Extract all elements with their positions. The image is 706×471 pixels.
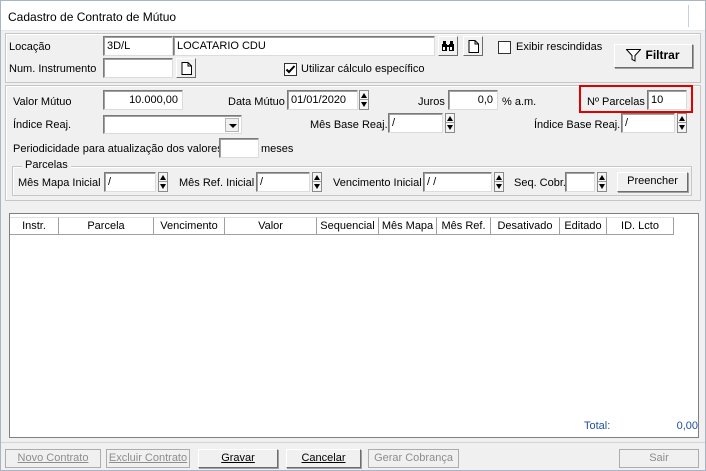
mes-mapa-inicial-label: Mês Mapa Inicial <box>18 177 101 189</box>
mes-mapa-inicial-spinner[interactable] <box>158 172 168 192</box>
gravar-button[interactable]: Gravar <box>198 449 278 468</box>
valor-mutuo-field[interactable]: 10.000,00 <box>103 90 183 110</box>
mes-ref-inicial-label: Mês Ref. Inicial <box>179 177 255 189</box>
gerar-cobranca-button[interactable]: Gerar Cobrança <box>368 449 459 468</box>
novo-contrato-button[interactable]: Novo Contrato <box>5 449 101 468</box>
spin-down-icon <box>314 184 320 189</box>
periodicidade-label: Periodicidade para atualização dos valor… <box>13 143 223 155</box>
title-bar: Cadastro de Contrato de Mútuo <box>1 1 705 31</box>
data-mutuo-label: Data Mútuo <box>228 96 285 108</box>
spin-down-icon <box>160 184 166 189</box>
new-instrumento-button[interactable] <box>176 58 196 78</box>
indice-base-reaj-spinner[interactable] <box>677 113 687 133</box>
column-header-parcela[interactable]: Parcela <box>59 217 154 235</box>
column-header-editado[interactable]: Editado <box>560 217 607 235</box>
spin-up-icon <box>599 175 605 180</box>
column-header-vencimento[interactable]: Vencimento <box>154 217 225 235</box>
periodicidade-field[interactable] <box>219 138 259 158</box>
exibir-rescindidas-label: Exibir rescindidas <box>516 41 603 53</box>
mes-base-reaj-field[interactable]: / <box>388 113 443 133</box>
total-label: Total: <box>584 420 611 432</box>
seq-cobr-spinner[interactable] <box>597 172 607 192</box>
indice-reaj-label: Índice Reaj. <box>13 119 72 131</box>
spin-up-icon <box>160 175 166 180</box>
blank-document-icon <box>468 39 479 53</box>
n-parcelas-label: Nº Parcelas <box>587 96 645 108</box>
spin-up-icon <box>314 175 320 180</box>
column-header-mes-ref[interactable]: Mês Ref. <box>437 217 491 235</box>
vencimento-inicial-spinner[interactable] <box>494 172 504 192</box>
n-parcelas-field[interactable]: 10 <box>647 90 687 110</box>
parcelas-grid[interactable]: Instr. Parcela Vencimento Valor Sequenci… <box>9 213 699 438</box>
data-mutuo-spinner[interactable] <box>359 90 369 110</box>
mes-base-reaj-label: Mês Base Reaj. <box>310 119 388 131</box>
spin-up-icon <box>679 116 685 121</box>
seq-cobr-field[interactable] <box>565 172 595 192</box>
spin-down-icon <box>447 125 453 130</box>
spin-down-icon <box>496 184 502 189</box>
excluir-contrato-button[interactable]: Excluir Contrato <box>106 449 190 468</box>
mes-base-reaj-spinner[interactable] <box>445 113 455 133</box>
mes-mapa-inicial-field[interactable]: / <box>104 172 156 192</box>
column-header-id-lcto[interactable]: ID. Lcto <box>607 217 674 235</box>
indice-base-reaj-label: Índice Base Reaj. <box>534 119 621 131</box>
indice-base-reaj-field[interactable]: / <box>621 113 675 133</box>
binoculars-icon <box>442 40 454 51</box>
valor-mutuo-label: Valor Mútuo <box>13 96 72 108</box>
total-value: 0,00 <box>676 420 698 432</box>
preencher-button[interactable]: Preencher <box>617 172 688 192</box>
footer-separator <box>1 442 705 443</box>
filtrar-button[interactable]: Filtrar <box>614 44 693 68</box>
column-header-valor[interactable]: Valor <box>225 217 317 235</box>
spin-down-icon <box>599 184 605 189</box>
grid-header: Instr. Parcela Vencimento Valor Sequenci… <box>10 217 674 235</box>
mes-ref-inicial-field[interactable]: / <box>256 172 310 192</box>
periodicidade-unit-label: meses <box>261 143 294 155</box>
juros-unit-label: % a.m. <box>502 96 537 108</box>
locacao-label: Locação <box>9 41 51 53</box>
spin-down-icon <box>679 125 685 130</box>
chevron-down-icon <box>225 118 239 132</box>
column-header-mes-mapa[interactable]: Mês Mapa <box>379 217 437 235</box>
num-instrumento-label: Num. Instrumento <box>9 63 97 75</box>
column-header-desativado[interactable]: Desativado <box>491 217 560 235</box>
cancelar-button[interactable]: Cancelar <box>286 449 361 468</box>
spin-up-icon <box>361 93 367 98</box>
utilizar-calculo-checkbox[interactable] <box>284 63 297 76</box>
funnel-filter-icon <box>626 49 641 62</box>
blank-document-icon <box>181 61 192 75</box>
checkmark-icon <box>285 65 296 74</box>
parcelas-group-title: Parcelas <box>22 159 71 171</box>
vencimento-inicial-field[interactable]: / / <box>423 172 492 192</box>
data-mutuo-field[interactable]: 01/01/2020 <box>287 90 358 110</box>
spin-down-icon <box>361 102 367 107</box>
spin-up-icon <box>447 116 453 121</box>
column-header-instr[interactable]: Instr. <box>10 217 59 235</box>
locacao-name-field[interactable]: LOCATARIO CDU <box>173 36 435 56</box>
juros-label: Juros <box>418 96 445 108</box>
num-instrumento-field[interactable] <box>103 58 173 78</box>
utilizar-calculo-label: Utilizar cálculo específico <box>301 63 425 75</box>
locacao-code-field[interactable]: 3D/L <box>103 36 173 56</box>
exibir-rescindidas-checkbox[interactable] <box>498 41 511 54</box>
seq-cobr-label: Seq. Cobr. <box>514 177 566 189</box>
new-locacao-button[interactable] <box>463 36 483 56</box>
spin-up-icon <box>496 175 502 180</box>
window-title: Cadastro de Contrato de Mútuo <box>8 10 177 24</box>
vencimento-inicial-label: Vencimento Inicial <box>333 177 422 189</box>
mes-ref-inicial-spinner[interactable] <box>312 172 322 192</box>
column-header-sequencial[interactable]: Sequencial <box>317 217 379 235</box>
binoculars-search-button[interactable] <box>438 36 458 56</box>
title-bar-edge <box>688 5 697 27</box>
sair-button[interactable]: Sair <box>619 449 699 468</box>
main-window: Cadastro de Contrato de Mútuo Locação 3D… <box>0 0 706 471</box>
indice-reaj-select[interactable] <box>103 115 242 134</box>
juros-field[interactable]: 0,0 <box>448 90 498 110</box>
